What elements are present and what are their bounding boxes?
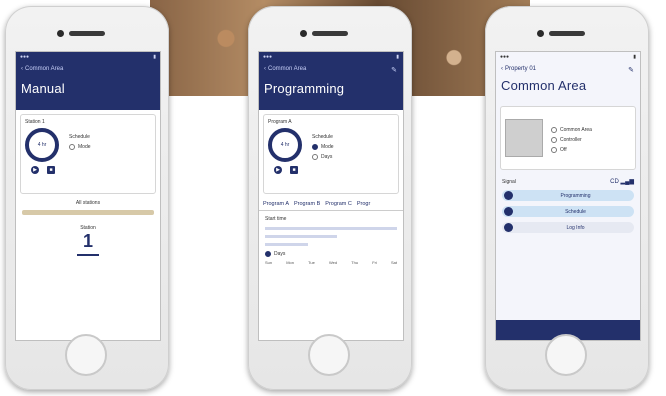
- chevron-left-icon: ‹: [264, 66, 266, 72]
- radio-icon: [551, 127, 557, 133]
- speaker-grille: [69, 31, 105, 36]
- camera-icon: [300, 30, 307, 37]
- radio-icon: [312, 154, 318, 160]
- area-map-image: [505, 119, 543, 157]
- section-label: All stations: [75, 200, 101, 206]
- play-icon[interactable]: ▶: [274, 166, 282, 174]
- schedule-label: Schedule: [69, 134, 90, 140]
- speaker-grille: [549, 31, 585, 36]
- programming-icon: [504, 191, 513, 200]
- list-line: [265, 227, 397, 230]
- play-icon[interactable]: ▶: [31, 166, 39, 174]
- nav-bar: ‹ Common Area Manual: [16, 62, 160, 110]
- status-bar: ●●● ▮: [16, 52, 160, 62]
- camera-icon: [57, 30, 64, 37]
- zone-label: Station 1: [25, 119, 45, 125]
- weekday[interactable]: Sat: [391, 260, 397, 265]
- signal-strength-icon: ▂▄▆: [620, 179, 634, 185]
- phone-programming: ●●● ▮ ‹ Common Area ✎ Programming Program…: [248, 6, 412, 390]
- tab-program-a[interactable]: Program A: [263, 201, 289, 207]
- nav-bar: ‹ Property 01 ✎ Common Area: [496, 62, 640, 102]
- program-label: Program A: [268, 119, 292, 125]
- counter-underline: [77, 254, 99, 256]
- signal-value: CD ▂▄▆: [610, 179, 634, 185]
- timer-dial[interactable]: 4 hr: [268, 128, 302, 162]
- weekday[interactable]: Mon: [286, 260, 294, 265]
- list-line: [265, 235, 337, 238]
- log-info-button[interactable]: Log Info: [502, 222, 634, 233]
- area-card: Common Area Controller Off: [500, 106, 636, 170]
- edit-icon[interactable]: ✎: [628, 66, 634, 74]
- radio-icon: [551, 147, 557, 153]
- edit-icon[interactable]: ✎: [391, 66, 397, 74]
- option-days[interactable]: Days: [312, 154, 334, 160]
- program-card: Program A 4 hr ▶ ■ Schedule Mode Days: [263, 114, 399, 194]
- list-line: [265, 243, 309, 246]
- settings-lines: [259, 227, 403, 246]
- screen-common-area: ●●● ▮ ‹ Property 01 ✎ Common Area Common …: [495, 51, 641, 341]
- weekday[interactable]: Wed: [329, 260, 337, 265]
- weekday[interactable]: Fri: [372, 260, 377, 265]
- chevron-left-icon: ‹: [21, 66, 23, 72]
- radio-icon: [69, 144, 75, 150]
- tab-program-d[interactable]: Progr: [357, 201, 370, 207]
- programming-button[interactable]: Programming: [502, 190, 634, 201]
- stop-icon[interactable]: ■: [47, 166, 55, 174]
- back-button[interactable]: ‹ Common Area: [264, 66, 398, 72]
- home-button[interactable]: [308, 334, 350, 376]
- status-bar: ●●● ▮: [496, 52, 640, 62]
- option-controller[interactable]: Controller: [551, 137, 592, 143]
- camera-icon: [537, 30, 544, 37]
- back-button[interactable]: ‹ Property 01: [501, 66, 635, 72]
- schedule-button[interactable]: Schedule: [502, 206, 634, 217]
- nav-bar: ‹ Common Area ✎ Programming: [259, 62, 403, 110]
- stop-icon[interactable]: ■: [290, 166, 298, 174]
- back-button[interactable]: ‹ Common Area: [21, 66, 155, 72]
- page-title: Programming: [264, 81, 345, 96]
- tab-program-b[interactable]: Program B: [294, 201, 320, 207]
- screen-programming: ●●● ▮ ‹ Common Area ✎ Programming Program…: [258, 51, 404, 341]
- weekday[interactable]: Thu: [351, 260, 358, 265]
- option-off[interactable]: Off: [551, 147, 592, 153]
- radio-icon: [551, 137, 557, 143]
- signal-label: Signal: [502, 178, 516, 185]
- home-button[interactable]: [545, 334, 587, 376]
- program-tabs: Program A Program B Program C Progr: [259, 198, 403, 211]
- option-mode[interactable]: Mode: [312, 144, 334, 150]
- weekday[interactable]: Tue: [308, 260, 315, 265]
- screen-manual: ●●● ▮ ‹ Common Area Manual Station 1 4 hr…: [15, 51, 161, 341]
- info-icon: [504, 223, 513, 232]
- list-label-start: Start time: [265, 216, 287, 222]
- radio-icon: [312, 144, 318, 150]
- weekday[interactable]: Sun: [265, 260, 272, 265]
- radio-icon: [265, 251, 271, 257]
- speaker-grille: [312, 31, 348, 36]
- chevron-left-icon: ‹: [501, 66, 503, 72]
- signal-row: Signal CD ▂▄▆: [502, 178, 634, 186]
- schedule-icon: [504, 207, 513, 216]
- status-bar: ●●● ▮: [259, 52, 403, 62]
- schedule-label: Schedule: [312, 134, 333, 140]
- phone-common-area: ●●● ▮ ‹ Property 01 ✎ Common Area Common …: [485, 6, 649, 390]
- option-common-area[interactable]: Common Area: [551, 127, 592, 133]
- page-title: Manual: [21, 81, 65, 96]
- phone-manual: ●●● ▮ ‹ Common Area Manual Station 1 4 hr…: [5, 6, 169, 390]
- progress-bar[interactable]: [22, 210, 154, 215]
- timer-dial[interactable]: 4 hr: [25, 128, 59, 162]
- zone-card: Station 1 4 hr ▶ ■ Schedule Mode: [20, 114, 156, 194]
- page-title: Common Area: [501, 78, 587, 93]
- tab-program-c[interactable]: Program C: [325, 201, 352, 207]
- mode-option[interactable]: Mode: [69, 144, 91, 150]
- home-button[interactable]: [65, 334, 107, 376]
- counter-value: 1: [82, 231, 93, 251]
- weekday-row: Sun Mon Tue Wed Thu Fri Sat: [259, 257, 403, 268]
